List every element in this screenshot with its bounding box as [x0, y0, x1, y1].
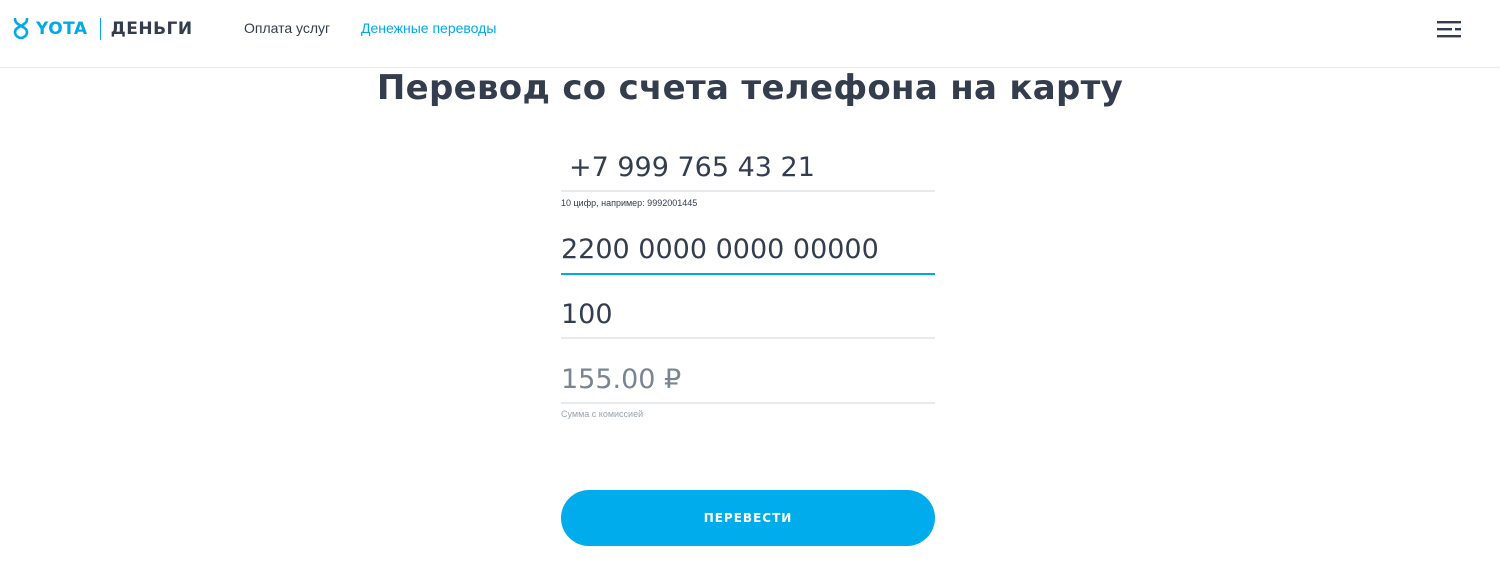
logo-brand: YOTA — [36, 19, 88, 39]
total-hint: Сумма с комиссией — [561, 409, 644, 419]
phone-input[interactable] — [561, 150, 935, 192]
yota-logo-icon — [13, 18, 29, 40]
nav-link-payments[interactable]: Оплата услуг — [244, 20, 330, 36]
logo-service: ДЕНЬГИ — [110, 19, 193, 39]
menu-icon — [1437, 21, 1461, 38]
nav-link-transfers[interactable]: Денежные переводы — [361, 20, 496, 36]
amount-input[interactable] — [561, 297, 935, 339]
transfer-button[interactable]: ПЕРЕВЕСТИ — [561, 490, 935, 546]
logo-divider — [99, 18, 101, 40]
site-header: YOTA ДЕНЬГИ Оплата услуг Денежные перево… — [0, 0, 1500, 68]
page-title: Перевод со счета телефона на карту — [376, 68, 1124, 108]
total-with-commission-field — [561, 362, 935, 404]
logo[interactable]: YOTA ДЕНЬГИ — [12, 16, 193, 42]
card-number-input[interactable] — [561, 232, 935, 275]
phone-hint: 10 цифр, например: 9992001445 — [561, 198, 698, 208]
hamburger-menu-button[interactable] — [1436, 18, 1462, 40]
